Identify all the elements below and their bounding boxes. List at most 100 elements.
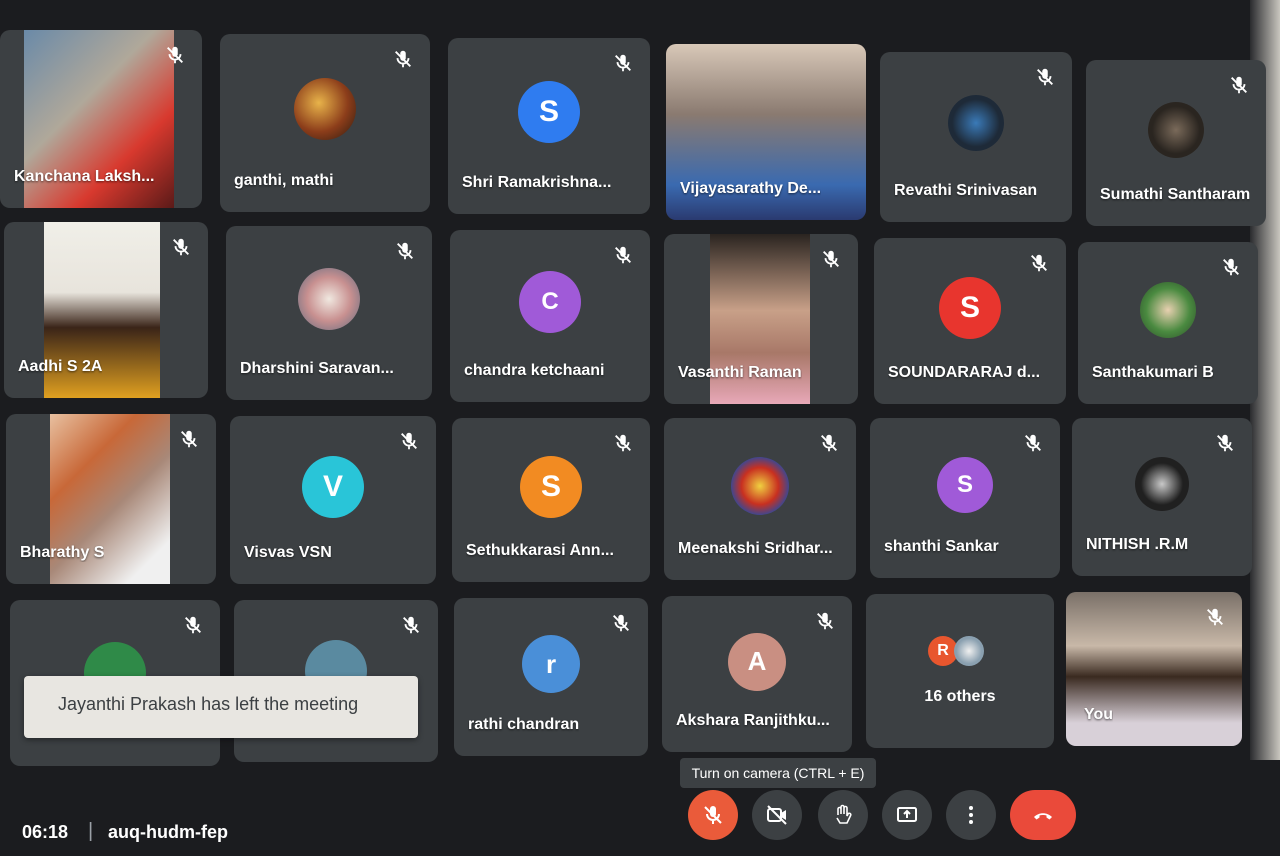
mic-muted-icon	[398, 430, 420, 452]
self-label: You	[1084, 706, 1114, 723]
raise-hand-icon	[836, 804, 852, 824]
mic-muted-icon	[820, 248, 842, 270]
present-screen-button[interactable]	[882, 790, 932, 840]
left-meeting-toast: Jayanthi Prakash has left the meeting	[24, 676, 418, 738]
mic-muted-icon	[818, 432, 840, 454]
participant-tile[interactable]: r rathi chandran	[454, 598, 648, 756]
participant-grid: Kanchana Laksh... ganthi, mathi S Shri R…	[0, 0, 1280, 770]
participant-name: Revathi Srinivasan	[894, 182, 1038, 199]
participant-tile[interactable]: Kanchana Laksh...	[0, 30, 202, 208]
participant-tile[interactable]: S Shri Ramakrishna...	[448, 38, 650, 214]
mic-muted-icon	[1214, 432, 1236, 454]
mic-muted-icon	[814, 610, 836, 632]
avatar: A	[728, 632, 786, 691]
avatar: S	[937, 457, 993, 514]
avatar	[954, 636, 984, 666]
participant-tile[interactable]: V Visvas VSN	[230, 416, 436, 584]
participant-name: shanthi Sankar	[884, 538, 999, 555]
mic-muted-icon	[1228, 74, 1250, 96]
mic-muted-icon	[1034, 66, 1056, 88]
participant-name: Sumathi Santharam	[1100, 186, 1251, 203]
avatar	[1140, 282, 1196, 339]
participant-tile[interactable]: Vasanthi Raman	[664, 234, 858, 404]
camera-off-icon	[767, 805, 787, 825]
participant-name: Visvas VSN	[244, 544, 332, 561]
participant-name: Dharshini Saravan...	[240, 360, 394, 377]
present-screen-icon	[897, 807, 917, 822]
self-tile[interactable]: You	[1066, 592, 1242, 746]
mic-muted-icon	[1022, 432, 1044, 454]
more-options-button[interactable]	[946, 790, 996, 840]
hang-up-icon	[1034, 813, 1052, 820]
avatar: S	[518, 80, 580, 143]
avatar	[294, 77, 356, 140]
info-separator: |	[88, 820, 94, 842]
avatar	[1148, 101, 1204, 158]
participant-name: Shri Ramakrishna...	[462, 174, 612, 191]
participant-tile[interactable]: S Sethukkarasi Ann...	[452, 418, 650, 582]
participant-name: Sethukkarasi Ann...	[466, 542, 614, 559]
participant-tile[interactable]: A Akshara Ranjithku...	[662, 596, 852, 752]
avatar: S	[939, 276, 1001, 339]
mic-muted-icon	[182, 614, 204, 636]
participant-name: Vasanthi Raman	[678, 364, 802, 381]
participant-name: NITHISH .R.M	[1086, 536, 1189, 553]
camera-tooltip: Turn on camera (CTRL + E)	[680, 758, 876, 788]
mic-muted-icon	[392, 48, 414, 70]
participant-tile[interactable]: Aadhi S 2A	[4, 222, 208, 398]
participant-name: Vijayasarathy De...	[680, 180, 822, 197]
bottom-control-bar: 06:18 | auq-hudm-fep	[0, 790, 1280, 856]
more-options-icon	[969, 806, 973, 824]
avatar	[1135, 457, 1189, 512]
participant-tile[interactable]: Bharathy S	[6, 414, 216, 584]
raise-hand-button[interactable]	[818, 790, 868, 840]
mic-toggle-button[interactable]	[688, 790, 738, 840]
participant-name: Bharathy S	[20, 544, 105, 561]
participant-tile[interactable]: Dharshini Saravan...	[226, 226, 432, 400]
others-count-label: 16 others	[924, 688, 996, 705]
mic-muted-icon	[612, 244, 634, 266]
mic-muted-icon	[612, 52, 634, 74]
mic-off-icon	[704, 806, 722, 824]
others-tile[interactable]: R 16 others	[866, 594, 1054, 748]
camera-toggle-button[interactable]	[752, 790, 802, 840]
participant-tile[interactable]: Sumathi Santharam	[1086, 60, 1266, 226]
meeting-code: auq-hudm-fep	[108, 822, 228, 842]
avatar	[298, 268, 360, 331]
participant-tile[interactable]: Meenakshi Sridhar...	[664, 418, 856, 580]
participant-name: ganthi, mathi	[234, 172, 334, 189]
participant-name: SOUNDARARAJ d...	[888, 364, 1041, 381]
participant-name: Kanchana Laksh...	[14, 168, 155, 185]
participant-name: Meenakshi Sridhar...	[678, 540, 833, 557]
participant-tile[interactable]: C chandra ketchaani	[450, 230, 650, 402]
mic-muted-icon	[164, 44, 186, 66]
meeting-clock: 06:18	[22, 822, 69, 842]
participant-name: chandra ketchaani	[464, 362, 605, 379]
participant-tile[interactable]: S SOUNDARARAJ d...	[874, 238, 1066, 404]
mic-muted-icon	[610, 612, 632, 634]
mic-muted-icon	[178, 428, 200, 450]
mic-muted-icon	[170, 236, 192, 258]
avatar: V	[302, 455, 364, 518]
participant-tile[interactable]: S shanthi Sankar	[870, 418, 1060, 578]
avatar	[948, 95, 1004, 152]
mic-muted-icon	[400, 614, 422, 636]
mic-muted-icon	[612, 432, 634, 454]
participant-name: Santhakumari B	[1092, 364, 1214, 381]
mic-muted-icon	[1220, 256, 1242, 278]
avatar	[731, 457, 789, 516]
avatar: S	[520, 455, 582, 518]
mic-muted-icon	[1028, 252, 1050, 274]
mic-muted-icon	[1204, 606, 1226, 628]
participant-tile[interactable]: Revathi Srinivasan	[880, 52, 1072, 222]
leave-call-button[interactable]	[1010, 790, 1076, 840]
others-avatar-stack: R	[928, 636, 998, 668]
participant-tile[interactable]: Santhakumari B	[1078, 242, 1258, 404]
participant-tile[interactable]: Vijayasarathy De...	[666, 44, 866, 220]
participant-tile[interactable]: NITHISH .R.M	[1072, 418, 1252, 576]
mic-muted-icon	[394, 240, 416, 262]
participant-name: Aadhi S 2A	[18, 358, 103, 375]
avatar: r	[522, 635, 580, 694]
avatar: C	[519, 271, 581, 334]
participant-tile[interactable]: ganthi, mathi	[220, 34, 430, 212]
